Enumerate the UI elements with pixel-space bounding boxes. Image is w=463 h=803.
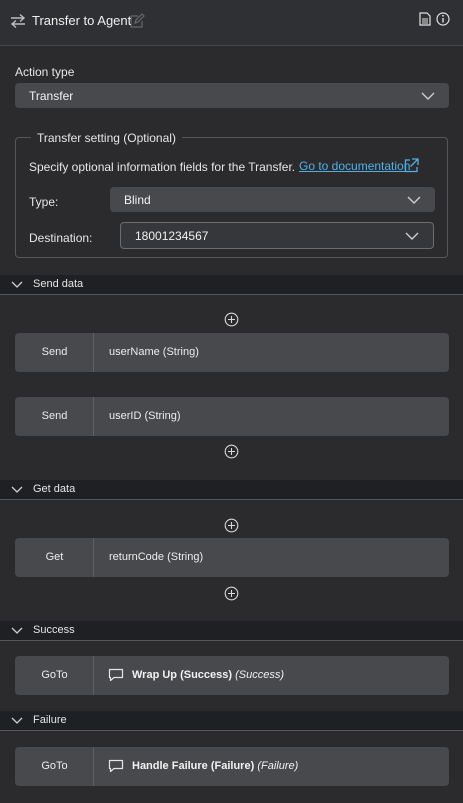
row-variable: returnCode (String) (109, 551, 204, 563)
send-data-row[interactable]: Send userID (String) (15, 397, 449, 436)
send-data-row[interactable]: Send userName (String) (15, 333, 449, 372)
row-variable: userID (String) (109, 410, 181, 422)
chat-bubble-icon (108, 668, 124, 682)
plus-circle-icon[interactable] (224, 312, 239, 327)
success-section-header[interactable]: Success (0, 621, 463, 641)
chevron-down-icon (405, 232, 419, 240)
edit-icon[interactable] (129, 13, 145, 29)
get-data-section-header[interactable]: Get data (0, 480, 463, 500)
destination-label: Destination: (29, 231, 93, 245)
action-type-select[interactable]: Transfer (15, 83, 449, 108)
info-icon[interactable] (436, 12, 450, 26)
row-action-tag: Send (15, 397, 94, 436)
success-goto-row[interactable]: GoTo Wrap Up (Success) (Success) (15, 656, 449, 695)
type-select[interactable]: Blind (110, 187, 435, 212)
failure-goto-row[interactable]: GoTo Handle Failure (Failure) (Failure) (15, 747, 449, 786)
row-action-tag: GoTo (15, 747, 94, 786)
get-data-row[interactable]: Get returnCode (String) (15, 538, 449, 577)
external-link-icon[interactable] (404, 158, 419, 173)
page-title: Transfer to Agent (32, 13, 132, 28)
section-label: Get data (33, 483, 76, 495)
plus-circle-icon[interactable] (224, 518, 239, 533)
destination-input[interactable]: 18001234567 (120, 222, 434, 249)
section-label: Send data (33, 278, 84, 290)
transfer-setting-legend: Transfer setting (Optional) (31, 131, 182, 145)
document-icon[interactable] (419, 12, 431, 26)
goto-target-note: (Failure) (257, 760, 299, 772)
type-value: Blind (124, 193, 151, 207)
failure-section-header[interactable]: Failure (0, 711, 463, 731)
goto-target[interactable]: Handle Failure (Failure) (Failure) (132, 760, 298, 772)
destination-value: 18001234567 (135, 229, 209, 243)
section-label: Failure (33, 714, 67, 726)
action-type-label: Action type (15, 65, 75, 79)
goto-target[interactable]: Wrap Up (Success) (Success) (132, 669, 284, 681)
plus-circle-icon[interactable] (224, 586, 239, 601)
type-label: Type: (29, 195, 59, 209)
row-action-tag: Send (15, 333, 94, 372)
action-type-value: Transfer (29, 89, 74, 103)
row-action-tag: GoTo (15, 656, 94, 695)
plus-circle-icon[interactable] (224, 444, 239, 459)
section-label: Success (33, 624, 75, 636)
transfer-setting-description: Specify optional information fields for … (29, 160, 296, 174)
send-data-section-header[interactable]: Send data (0, 275, 463, 295)
chevron-down-icon (421, 92, 435, 100)
chevron-down-icon (11, 281, 23, 288)
row-action-tag: Get (15, 538, 94, 577)
chevron-down-icon (11, 717, 23, 724)
documentation-link[interactable]: Go to documentation (299, 159, 410, 173)
goto-target-note: (Success) (235, 669, 285, 681)
chevron-down-icon (407, 196, 421, 204)
chevron-down-icon (11, 627, 23, 634)
title-bar: Transfer to Agent (0, 0, 463, 46)
chat-bubble-icon (108, 759, 124, 773)
chevron-down-icon (11, 486, 23, 493)
row-variable: userName (String) (109, 346, 199, 358)
swap-arrows-icon (10, 13, 26, 29)
